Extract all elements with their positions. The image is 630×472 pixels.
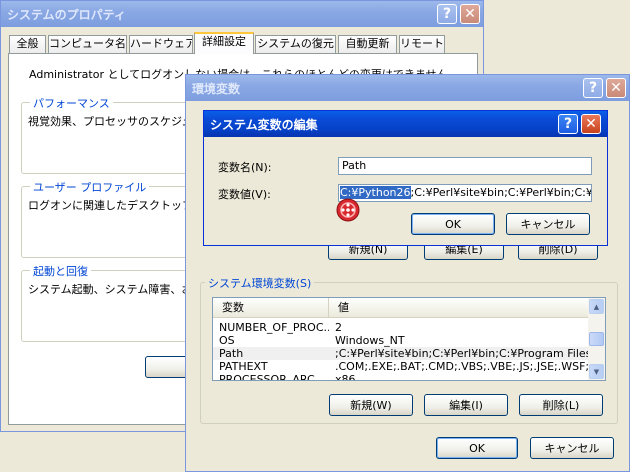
table-row[interactable]: Path ;C:¥Perl¥site¥bin;C:¥Perl¥bin;C:¥Pr… xyxy=(213,347,588,360)
variable-name-cell: OS xyxy=(219,334,235,347)
environment-variables-title: 環境変数 xyxy=(192,81,241,96)
tab-general[interactable]: 全般 xyxy=(9,35,46,53)
tab-automatic-updates[interactable]: 自動更新 xyxy=(338,35,397,53)
close-button[interactable]: ✕ xyxy=(606,78,626,98)
system-properties-title: システムのプロパティ xyxy=(7,7,126,22)
variable-name-cell: NUMBER_OF_PROC... xyxy=(219,321,329,334)
variable-value-rest-text: ;C:¥Perl¥site¥bin;C:¥Perl¥bin;C:¥Progr xyxy=(410,186,592,199)
user-profile-description: ログオンに関連したデスクトップ設 xyxy=(28,199,204,212)
list-scrollbar[interactable]: ▲ ▼ xyxy=(588,298,605,380)
help-button[interactable]: ? xyxy=(558,114,578,134)
variable-name-cell: Path xyxy=(219,347,244,360)
variable-name-cell: PATHEXT xyxy=(219,360,268,373)
env-ok-button[interactable]: OK xyxy=(436,437,518,459)
tab-advanced[interactable]: 詳細設定 xyxy=(194,32,254,54)
system-delete-button[interactable]: 削除(L) xyxy=(519,394,603,416)
table-row[interactable]: OS Windows_NT xyxy=(213,334,588,347)
variable-name-cell: PROCESSOR_ARC... xyxy=(219,373,326,381)
environment-variables-titlebar[interactable]: 環境変数 xyxy=(186,75,629,101)
close-button[interactable]: ✕ xyxy=(581,114,601,134)
table-row[interactable]: PROCESSOR_ARC... x86 xyxy=(213,373,588,381)
system-edit-button[interactable]: 編集(I) xyxy=(424,394,508,416)
variable-value-cell: .COM;.EXE;.BAT;.CMD;.VBS;.VBE;.JS;.JSE;.… xyxy=(335,360,588,373)
help-button[interactable]: ? xyxy=(437,4,457,24)
user-profile-group-label: ユーザー プロファイル xyxy=(30,179,150,195)
edit-system-variable-dialog: システム変数の編集 ? ✕ 変数名(N): Path 変数値(V): C:¥Py… xyxy=(203,110,608,246)
startup-recovery-group-label: 起動と回復 xyxy=(30,263,91,279)
help-button[interactable]: ? xyxy=(583,78,603,98)
tab-remote[interactable]: リモート xyxy=(399,35,445,53)
scroll-up-icon[interactable]: ▲ xyxy=(589,299,604,314)
variable-name-field[interactable]: Path xyxy=(338,157,592,175)
variable-value-cell: ;C:¥Perl¥site¥bin;C:¥Perl¥bin;C:¥Program… xyxy=(335,347,588,360)
scroll-thumb[interactable] xyxy=(589,332,604,346)
system-new-button[interactable]: 新規(W) xyxy=(329,394,413,416)
column-header-variable[interactable]: 変数 xyxy=(213,298,329,317)
performance-description: 視覚効果、プロセッサのスケジュ xyxy=(28,115,193,128)
list-header: 変数 値 xyxy=(213,298,588,318)
variable-name-value: Path xyxy=(342,159,367,172)
variable-value-field[interactable]: C:¥Python26;C:¥Perl¥site¥bin;C:¥Perl¥bin… xyxy=(338,184,592,202)
column-header-value[interactable]: 値 xyxy=(329,298,588,317)
table-row[interactable]: NUMBER_OF_PROC... 2 xyxy=(213,321,588,334)
variable-value-cell: x86 xyxy=(335,373,356,381)
scroll-down-icon[interactable]: ▼ xyxy=(589,364,604,379)
tab-computer-name[interactable]: コンピュータ名 xyxy=(48,35,127,53)
variable-name-label: 変数名(N): xyxy=(218,161,272,174)
table-row[interactable]: PATHEXT .COM;.EXE;.BAT;.CMD;.VBS;.VBE;.J… xyxy=(213,360,588,373)
startup-recovery-description: システム起動、システム障害、お xyxy=(28,283,193,296)
system-variables-group-label: システム環境変数(S) xyxy=(205,275,315,291)
variable-value-label: 変数値(V): xyxy=(218,188,271,201)
variable-value-cell: 2 xyxy=(335,321,342,334)
tab-system-restore[interactable]: システムの復元 xyxy=(255,35,336,53)
edit-dialog-titlebar[interactable]: システム変数の編集 xyxy=(204,111,607,137)
tab-hardware[interactable]: ハードウェア xyxy=(129,35,193,53)
system-variables-list[interactable]: 変数 値 NUMBER_OF_PROC... 2 OS Windows_NT P… xyxy=(212,297,606,381)
close-button[interactable]: ✕ xyxy=(460,4,480,24)
env-cancel-button[interactable]: キャンセル xyxy=(530,437,614,459)
edit-cancel-button[interactable]: キャンセル xyxy=(506,213,590,235)
edit-dialog-title: システム変数の編集 xyxy=(210,117,318,132)
performance-group-label: パフォーマンス xyxy=(30,95,113,111)
system-variables-group: システム環境変数(S) 変数 値 NUMBER_OF_PROC... 2 OS … xyxy=(200,275,618,424)
edit-ok-button[interactable]: OK xyxy=(411,213,495,235)
system-properties-titlebar[interactable]: システムのプロパティ xyxy=(1,1,483,27)
red-cursor-icon xyxy=(336,198,360,222)
variable-value-cell: Windows_NT xyxy=(335,334,405,347)
